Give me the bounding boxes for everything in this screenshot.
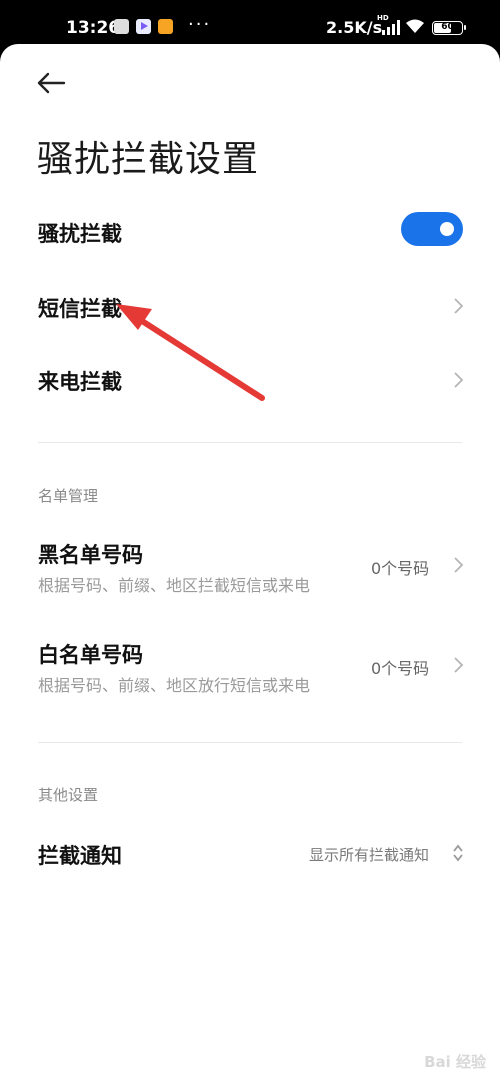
more-notifications-icon: ··· [188,14,212,35]
status-time: 13:26 [66,18,121,38]
wifi-icon [406,19,424,33]
network-speed: 2.5K/s [326,18,383,37]
toggle-knob [440,222,454,236]
chevron-right-icon [454,298,464,314]
message-app-icon [158,19,173,34]
whitelist-row[interactable]: 白名单号码 根据号码、前缀、地区放行短信或来电 0个号码 [0,634,500,704]
battery-icon: 60 [432,21,466,35]
call-block-row[interactable]: 来电拦截 [0,354,500,406]
signal-icon [382,20,402,35]
notification-app-icon [114,19,129,34]
watermark-logo: Bai 经验 [424,1053,486,1071]
blacklist-label: 黑名单号码 [38,543,143,567]
whitelist-count: 0个号码 [371,659,430,678]
sms-block-label: 短信拦截 [38,297,122,321]
divider [38,742,462,743]
chevron-right-icon [454,372,464,388]
block-notification-value: 显示所有拦截通知 [309,846,430,864]
whitelist-label: 白名单号码 [38,643,143,667]
block-notification-row[interactable]: 拦截通知 显示所有拦截通知 [0,830,500,880]
page-title: 骚扰拦截设置 [37,139,260,180]
harassment-block-label: 骚扰拦截 [38,222,122,246]
battery-level: 60 [441,22,454,32]
divider [38,442,462,443]
blacklist-subtitle: 根据号码、前缀、地区拦截短信或来电 [38,576,311,595]
block-notification-label: 拦截通知 [38,844,122,868]
status-bar: 13:26 ··· 2.5K/s HD 60 [0,0,500,48]
blacklist-row[interactable]: 黑名单号码 根据号码、前缀、地区拦截短信或来电 0个号码 [0,534,500,604]
whitelist-subtitle: 根据号码、前缀、地区放行短信或来电 [38,676,311,695]
chevron-right-icon [454,657,464,673]
sms-block-row[interactable]: 短信拦截 [0,280,500,332]
settings-sheet: 骚扰拦截设置 骚扰拦截 短信拦截 来电拦截 名单管理 黑名单号码 根据号码、前缀… [0,44,500,1084]
blacklist-count: 0个号码 [371,559,430,578]
arrow-left-icon[interactable] [34,68,74,98]
video-app-icon [136,19,151,34]
call-block-label: 来电拦截 [38,370,122,394]
harassment-block-toggle[interactable] [401,212,463,246]
chevron-right-icon [454,557,464,573]
other-settings-header: 其他设置 [38,786,99,804]
chevron-updown-icon [453,844,463,862]
list-management-header: 名单管理 [38,487,99,505]
